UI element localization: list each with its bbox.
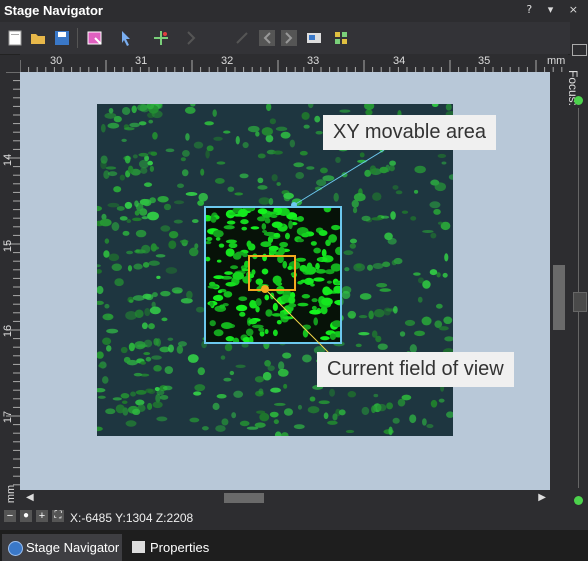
status-bar: − ● + ⛶ X:-6485 Y:1304 Z:2208 [0,506,588,530]
x-tick: 31 [135,55,148,67]
move-icon[interactable] [152,29,170,47]
tab-stage-navigator[interactable]: Stage Navigator [2,534,122,561]
callout-xy-movable: XY movable area [323,115,497,150]
y-tick: 17 [2,410,15,424]
tab-bar: Stage Navigator Properties [0,530,588,561]
properties-icon [132,541,145,553]
vertical-scrollbar[interactable] [550,72,568,490]
image-icon[interactable] [305,29,323,47]
save-icon[interactable] [53,29,71,47]
current-field-of-view[interactable] [248,255,296,291]
select-region-icon[interactable] [86,29,104,47]
open-folder-icon[interactable] [29,29,47,47]
x-unit: mm [547,55,566,67]
x-tick: 32 [221,55,234,67]
tab-label: Properties [150,540,210,555]
focus-top-indicator-icon [574,96,583,105]
x-tick: 35 [478,55,491,67]
new-icon[interactable] [6,29,24,47]
focus-bottom-indicator-icon [574,496,583,505]
arrow-icon [182,29,200,47]
scroll-right-icon[interactable]: ▶ [538,492,546,503]
y-tick: 16 [2,324,15,338]
line-icon [233,29,251,47]
zoom-out-icon[interactable]: − [4,510,16,522]
y-unit: mm [5,484,18,504]
pointer-icon[interactable] [118,29,136,47]
panel-toggle-icon[interactable] [572,44,587,56]
x-tick: 30 [50,55,63,67]
x-tick: 34 [393,55,406,67]
window-controls[interactable]: ? ▾ × [526,3,584,16]
x-tick: 33 [307,55,320,67]
navigator-icon [8,541,23,556]
horizontal-scrollbar[interactable]: ◀ ▶ [20,490,550,506]
toolbar [0,22,570,55]
y-tick: 15 [2,239,15,253]
horizontal-scroll-thumb[interactable] [224,493,264,503]
focus-slider-thumb[interactable] [573,292,587,312]
tab-properties[interactable]: Properties [128,534,228,561]
back-icon [258,29,276,47]
fit-icon[interactable]: ⛶ [52,510,64,522]
ruler-left: 14 15 16 17 [0,72,20,490]
zoom-in-icon[interactable]: + [36,510,48,522]
stage-coordinates: X:-6485 Y:1304 Z:2208 [70,511,194,525]
y-tick: 14 [2,153,15,167]
tab-label: Stage Navigator [26,540,120,555]
scroll-left-icon[interactable]: ◀ [26,492,34,503]
title-bar: Stage Navigator ? ▾ × [0,0,588,22]
callout-field-of-view: Current field of view [317,352,514,387]
grid-icon[interactable] [332,29,350,47]
vertical-scroll-thumb[interactable] [553,265,565,330]
forward-icon [280,29,298,47]
stage-canvas[interactable]: XY movable area Current field of view [20,72,550,490]
zoom-reset-icon[interactable]: ● [20,510,32,522]
window-title: Stage Navigator [4,3,103,18]
focus-panel: Focus: [566,40,588,510]
ruler-top: 30 31 32 33 34 35 mm [20,54,568,72]
